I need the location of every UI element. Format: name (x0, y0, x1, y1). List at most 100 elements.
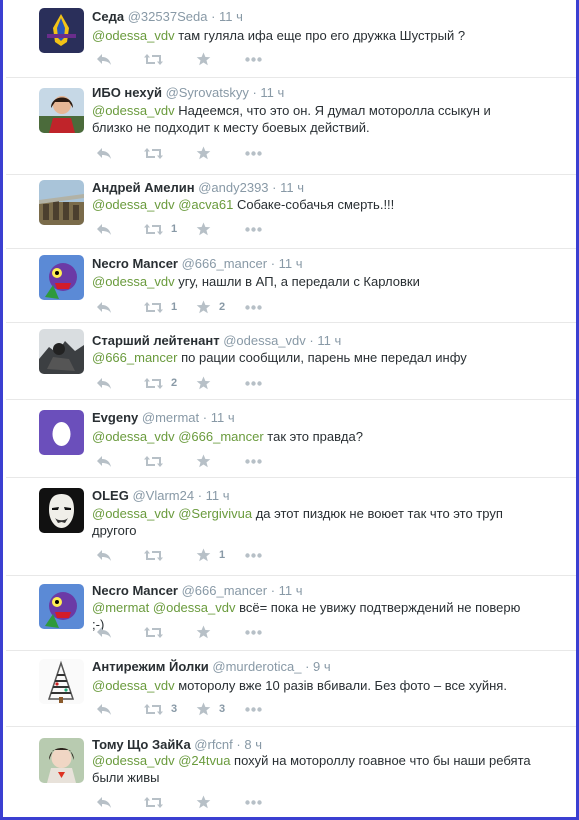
favorite-button[interactable] (196, 625, 219, 639)
timestamp[interactable]: · 11 ч (203, 410, 235, 425)
retweet-button[interactable]: 1 (144, 223, 177, 236)
mention-link[interactable]: @666_mancer (178, 429, 263, 444)
favorite-button[interactable] (196, 52, 219, 66)
user-handle[interactable]: @andy2393 (198, 180, 268, 195)
avatar[interactable] (39, 410, 84, 455)
mention-link[interactable]: @odessa_vdv (92, 274, 175, 289)
retweet-button[interactable] (144, 147, 171, 160)
user-handle[interactable]: @666_mancer (182, 256, 267, 271)
user-handle[interactable]: @Syrovatskyy (166, 85, 249, 100)
mention-link[interactable]: @odessa_vdv (92, 197, 175, 212)
timestamp[interactable]: · 11 ч (309, 333, 341, 348)
favorite-button[interactable] (196, 795, 219, 809)
timestamp[interactable]: · 11 ч (271, 256, 303, 271)
reply-button[interactable] (96, 147, 112, 160)
more-button[interactable] (245, 629, 262, 635)
mention-link[interactable]: @odessa_vdv (153, 600, 236, 615)
display-name[interactable]: Антирежим Йолки (92, 659, 209, 674)
display-name[interactable]: ИБО нехуй (92, 85, 162, 100)
more-button[interactable] (245, 226, 262, 232)
favorite-button[interactable] (196, 146, 219, 160)
mention-link[interactable]: @acva61 (178, 197, 233, 212)
timestamp[interactable]: · 11 ч (271, 583, 303, 598)
tweet[interactable]: Тому Що ЗайКа @rfcnf · 8 ч @odessa_vdv @2… (6, 727, 576, 817)
favorite-button[interactable] (196, 376, 219, 390)
user-handle[interactable]: @32537Seda (128, 9, 208, 24)
mention-link[interactable]: @mermat (92, 600, 149, 615)
reply-button[interactable] (96, 626, 112, 639)
retweet-button[interactable]: 2 (144, 377, 177, 390)
retweet-button[interactable] (144, 455, 171, 468)
mention-link[interactable]: @Sergivivua (178, 506, 252, 521)
tweet[interactable]: Necro Mancer @666_mancer · 11 ч @mermat @… (6, 576, 576, 651)
avatar[interactable] (39, 738, 84, 783)
more-button[interactable] (245, 458, 262, 464)
timestamp[interactable]: · 11 ч (252, 85, 284, 100)
avatar[interactable] (39, 8, 84, 53)
user-handle[interactable]: @mermat (142, 410, 199, 425)
mention-link[interactable]: @odessa_vdv (92, 678, 175, 693)
tweet[interactable]: Антирежим Йолки @murderotica_ · 9 ч @odes… (6, 651, 576, 727)
user-handle[interactable]: @Vlarm24 (132, 488, 194, 503)
timestamp[interactable]: · 11 ч (198, 488, 230, 503)
user-handle[interactable]: @murderotica_ (212, 659, 301, 674)
display-name[interactable]: Тому Що ЗайКа (92, 737, 191, 752)
tweet[interactable]: Андрей Амелин @andy2393 · 11 ч @odessa_vd… (6, 175, 576, 249)
user-handle[interactable]: @odessa_vdv (223, 333, 306, 348)
display-name[interactable]: Старший лейтенант (92, 333, 220, 348)
tweet[interactable]: Necro Mancer @666_mancer · 11 ч @odessa_v… (6, 249, 576, 323)
display-name[interactable]: Андрей Амелин (92, 180, 195, 195)
more-button[interactable] (245, 552, 262, 558)
more-button[interactable] (245, 380, 262, 386)
favorite-button[interactable]: 3 (196, 702, 225, 716)
reply-button[interactable] (96, 301, 112, 314)
display-name[interactable]: Evgeny (92, 410, 138, 425)
display-name[interactable]: Necro Mancer (92, 256, 178, 271)
timestamp[interactable]: · 9 ч (305, 659, 331, 674)
more-button[interactable] (245, 150, 262, 156)
retweet-button[interactable] (144, 626, 171, 639)
retweet-button[interactable]: 3 (144, 703, 177, 716)
mention-link[interactable]: @odessa_vdv (92, 506, 175, 521)
favorite-button[interactable] (196, 454, 219, 468)
timestamp[interactable]: · 11 ч (272, 180, 304, 195)
timestamp[interactable]: · 11 ч (211, 9, 243, 24)
mention-link[interactable]: @odessa_vdv (92, 429, 175, 444)
avatar[interactable] (39, 659, 84, 704)
retweet-button[interactable] (144, 549, 171, 562)
favorite-button[interactable]: 1 (196, 548, 225, 562)
avatar[interactable] (39, 180, 84, 225)
more-button[interactable] (245, 799, 262, 805)
mention-link[interactable]: @24tvua (178, 753, 230, 768)
tweet[interactable]: ИБО нехуй @Syrovatskyy · 11 ч @odessa_vdv… (6, 78, 576, 175)
mention-link[interactable]: @666_mancer (92, 350, 177, 365)
reply-button[interactable] (96, 703, 112, 716)
tweet[interactable]: Evgeny @mermat · 11 ч @odessa_vdv @666_ma… (6, 400, 576, 478)
more-button[interactable] (245, 304, 262, 310)
reply-button[interactable] (96, 377, 112, 390)
favorite-button[interactable]: 2 (196, 300, 225, 314)
user-handle[interactable]: @rfcnf (194, 737, 232, 752)
more-button[interactable] (245, 56, 262, 62)
tweet[interactable]: OLEG @Vlarm24 · 11 ч @odessa_vdv @Sergivi… (6, 478, 576, 576)
avatar[interactable] (39, 488, 84, 533)
avatar[interactable] (39, 88, 84, 133)
tweet[interactable]: Седа @32537Seda · 11 ч @odessa_vdv там гу… (6, 0, 576, 78)
reply-button[interactable] (96, 455, 112, 468)
reply-button[interactable] (96, 549, 112, 562)
reply-button[interactable] (96, 53, 112, 66)
timestamp[interactable]: · 8 ч (236, 737, 262, 752)
reply-button[interactable] (96, 796, 112, 809)
favorite-button[interactable] (196, 222, 219, 236)
mention-link[interactable]: @odessa_vdv (92, 103, 175, 118)
user-handle[interactable]: @666_mancer (182, 583, 267, 598)
display-name[interactable]: Седа (92, 9, 124, 24)
more-button[interactable] (245, 706, 262, 712)
avatar[interactable] (39, 255, 84, 300)
display-name[interactable]: Necro Mancer (92, 583, 178, 598)
tweet[interactable]: Старший лейтенант @odessa_vdv · 11 ч @666… (6, 323, 576, 400)
mention-link[interactable]: @odessa_vdv (92, 753, 175, 768)
reply-button[interactable] (96, 223, 112, 236)
avatar[interactable] (39, 329, 84, 374)
display-name[interactable]: OLEG (92, 488, 129, 503)
